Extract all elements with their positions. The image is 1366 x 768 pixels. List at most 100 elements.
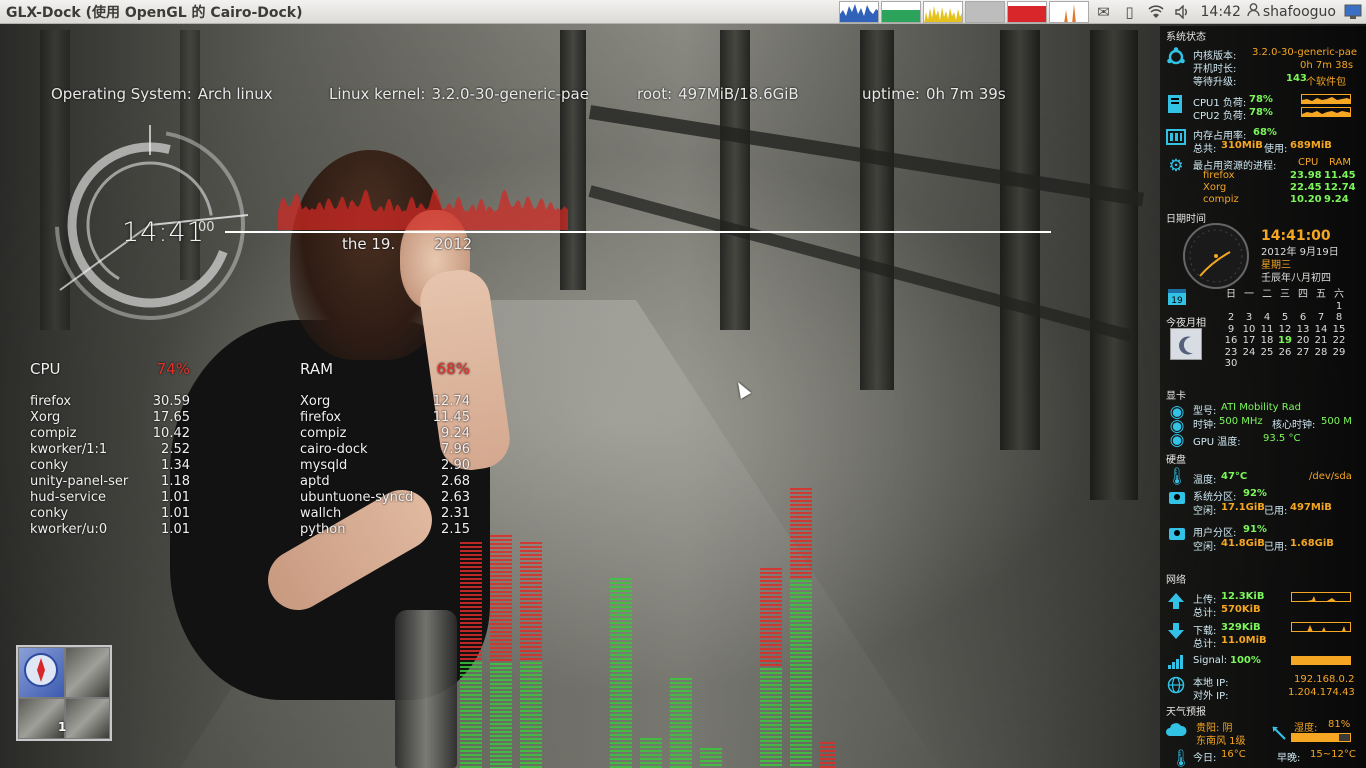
spectrum-segment bbox=[460, 730, 482, 732]
calendar-day[interactable]: 6 bbox=[1294, 312, 1312, 324]
calendar-day[interactable]: 4 bbox=[1258, 312, 1276, 324]
calendar-day[interactable] bbox=[1276, 301, 1294, 313]
network-monitor-graph[interactable] bbox=[922, 1, 963, 23]
spectrum-segment bbox=[760, 608, 782, 610]
spectrum-segment bbox=[490, 639, 512, 641]
load-monitor-graph[interactable] bbox=[1006, 1, 1047, 23]
workspace-1[interactable] bbox=[19, 648, 64, 697]
calendar-day[interactable]: 9 bbox=[1222, 324, 1240, 336]
calendar-day[interactable]: 7 bbox=[1312, 312, 1330, 324]
calendar-day[interactable] bbox=[1312, 358, 1330, 370]
calendar-day[interactable]: 5 bbox=[1276, 312, 1294, 324]
top-process-ram: 9.24 bbox=[1324, 194, 1349, 205]
speaker-icon[interactable] bbox=[1169, 0, 1195, 24]
calendar-day[interactable]: 1 bbox=[1330, 301, 1348, 313]
session-icon[interactable] bbox=[1340, 0, 1366, 24]
spectrum-segment bbox=[610, 670, 632, 672]
spectrum-segment bbox=[820, 758, 835, 760]
spectrum-segment bbox=[760, 588, 782, 590]
calendar-day[interactable] bbox=[1294, 301, 1312, 313]
spectrum-segment bbox=[460, 582, 482, 584]
calendar-day[interactable]: 22 bbox=[1330, 335, 1348, 347]
spectrum-segment bbox=[490, 683, 512, 685]
calendar-day[interactable]: 2 bbox=[1222, 312, 1240, 324]
calendar-day[interactable]: 11 bbox=[1258, 324, 1276, 336]
cpu-monitor-graph[interactable] bbox=[838, 1, 879, 23]
process-value: 1.01 bbox=[161, 522, 190, 537]
gear-icon: ⚙ bbox=[1168, 156, 1184, 176]
panel-clock[interactable]: 14:42 bbox=[1195, 4, 1247, 20]
user-menu[interactable]: shafooguo bbox=[1247, 3, 1340, 21]
spectrum-segment bbox=[610, 762, 632, 764]
calendar-day[interactable]: 17 bbox=[1240, 335, 1258, 347]
thermometer-icon: 🌡 bbox=[1166, 467, 1188, 487]
calendar-day[interactable]: 16 bbox=[1222, 335, 1240, 347]
spectrum-segment bbox=[760, 580, 782, 582]
calendar-day[interactable]: 10 bbox=[1240, 324, 1258, 336]
calendar-day[interactable]: 14 bbox=[1312, 324, 1330, 336]
spectrum-segment bbox=[610, 634, 632, 636]
calendar-day[interactable] bbox=[1294, 358, 1312, 370]
spectrum-segment bbox=[520, 602, 542, 604]
spectrum-segment bbox=[490, 535, 512, 537]
range-value: 15~12°C bbox=[1310, 749, 1356, 760]
calendar-day[interactable]: 24 bbox=[1240, 347, 1258, 359]
workspace-2[interactable] bbox=[66, 648, 109, 697]
spectrum-segment bbox=[520, 762, 542, 764]
calendar-day[interactable]: 26 bbox=[1276, 347, 1294, 359]
calendar-day[interactable] bbox=[1330, 358, 1348, 370]
calendar-day[interactable] bbox=[1222, 301, 1240, 313]
spectrum-segment bbox=[640, 758, 662, 760]
cpu-row: hud-service 1.01 bbox=[30, 490, 190, 506]
battery-icon[interactable]: ▯ bbox=[1117, 0, 1143, 24]
spectrum-segment bbox=[610, 734, 632, 736]
spectrum-segment bbox=[490, 747, 512, 749]
spectrum-segment bbox=[460, 650, 482, 652]
spectrum-segment bbox=[760, 692, 782, 694]
spectrum-segment bbox=[460, 642, 482, 644]
spectrum-segment bbox=[610, 578, 632, 580]
calendar-day[interactable]: 30 bbox=[1222, 358, 1240, 370]
spectrum-segment bbox=[760, 716, 782, 718]
spectrum-segment bbox=[460, 734, 482, 736]
spectrum-segment bbox=[610, 666, 632, 668]
calendar-day[interactable]: 29 bbox=[1330, 347, 1348, 359]
calendar-day[interactable] bbox=[1312, 301, 1330, 313]
calendar-day[interactable]: 27 bbox=[1294, 347, 1312, 359]
spectrum-segment bbox=[760, 704, 782, 706]
calendar-day[interactable]: 8 bbox=[1330, 312, 1348, 324]
calendar-day[interactable]: 12 bbox=[1276, 324, 1294, 336]
calendar-day[interactable] bbox=[1240, 301, 1258, 313]
spectrum-segment bbox=[490, 571, 512, 573]
calendar-day[interactable] bbox=[1258, 301, 1276, 313]
calendar-day[interactable]: 13 bbox=[1294, 324, 1312, 336]
spectrum-segment bbox=[610, 658, 632, 660]
spectrum-segment bbox=[760, 744, 782, 746]
calendar-day[interactable]: 19 bbox=[1276, 335, 1294, 347]
spectrum-segment bbox=[490, 667, 512, 669]
network-icon[interactable] bbox=[1143, 0, 1169, 24]
process-name: mysqld bbox=[300, 458, 348, 473]
calendar-day[interactable]: 18 bbox=[1258, 335, 1276, 347]
calendar-day[interactable] bbox=[1276, 358, 1294, 370]
calendar-day[interactable]: 3 bbox=[1240, 312, 1258, 324]
spectrum-segment bbox=[790, 488, 812, 490]
calendar-day[interactable]: 23 bbox=[1222, 347, 1240, 359]
swap-monitor-graph[interactable] bbox=[964, 1, 1005, 23]
calendar-day[interactable]: 28 bbox=[1312, 347, 1330, 359]
workspace-4[interactable] bbox=[66, 699, 109, 738]
calendar-day[interactable]: 20 bbox=[1294, 335, 1312, 347]
calendar-day[interactable]: 25 bbox=[1258, 347, 1276, 359]
disk-monitor-graph[interactable] bbox=[1048, 1, 1089, 23]
cpu1-graph bbox=[1301, 94, 1351, 104]
ext-ip-label: 对外 IP: bbox=[1193, 691, 1229, 702]
local-ip-value: 192.168.0.2 bbox=[1294, 674, 1355, 685]
memory-monitor-graph[interactable] bbox=[880, 1, 921, 23]
calendar-day[interactable] bbox=[1258, 358, 1276, 370]
mail-icon[interactable]: ✉ bbox=[1091, 0, 1117, 24]
calendar-day[interactable] bbox=[1240, 358, 1258, 370]
calendar-day[interactable]: 15 bbox=[1330, 324, 1348, 336]
spectrum-segment bbox=[520, 606, 542, 608]
calendar-day[interactable]: 21 bbox=[1312, 335, 1330, 347]
spectrum-segment bbox=[820, 746, 835, 748]
